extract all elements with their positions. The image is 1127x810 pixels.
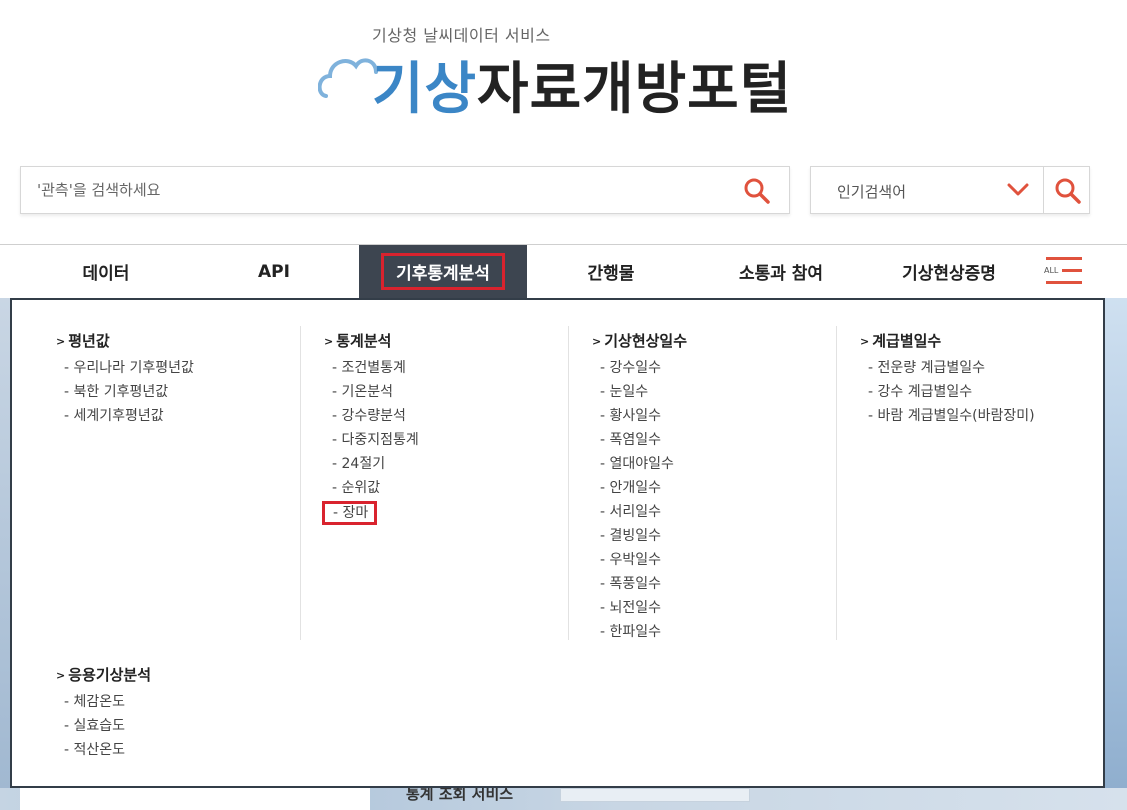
menu-column-title-text: 계급별일수 xyxy=(872,332,942,350)
menu-link[interactable]: - 기온분석 xyxy=(324,381,419,405)
menu-column-title[interactable]: > 평년값 xyxy=(56,330,194,351)
menu-link[interactable]: - 24절기 xyxy=(324,453,419,477)
menu-link-monsoon[interactable]: - 장마 xyxy=(322,501,419,525)
menu-link[interactable]: - 황사일수 xyxy=(592,405,687,429)
popular-search-label: 인기검색어 xyxy=(837,183,907,201)
menu-column-title-text: 통계분석 xyxy=(336,332,392,350)
menu-link[interactable]: - 서리일수 xyxy=(592,501,687,525)
column-divider xyxy=(836,326,837,640)
menu-link[interactable]: - 뇌전일수 xyxy=(592,597,687,621)
menu-column-title[interactable]: > 기상현상일수 xyxy=(592,330,687,351)
logo-title-blue: 기상 xyxy=(372,57,478,122)
search-bar xyxy=(20,166,790,214)
chevron-down-icon[interactable] xyxy=(1007,181,1029,199)
menu-link[interactable]: - 강수 계급별일수 xyxy=(860,381,1035,405)
menu-link[interactable]: - 폭염일수 xyxy=(592,429,687,453)
menu-link[interactable]: - 안개일수 xyxy=(592,477,687,501)
nav-item-communication[interactable]: 소통과 참여 xyxy=(695,245,867,298)
logo-title-dark: 자료개방포털 xyxy=(477,57,793,122)
menu-column-stats-analysis: > 통계분석 - 조건별통계 - 기온분석 - 강수량분석 - 다중지점통계 - … xyxy=(322,330,419,525)
site-subtitle: 기상청 날씨데이터 서비스 xyxy=(372,26,551,45)
hamburger-bar xyxy=(1062,269,1082,272)
highlighted-link: - 장마 xyxy=(322,501,378,525)
nav-item-data[interactable]: 데이터 xyxy=(22,245,190,298)
menu-link[interactable]: - 눈일수 xyxy=(592,381,687,405)
chevron-right-icon: > xyxy=(860,335,870,348)
menu-link[interactable]: - 적산온도 xyxy=(56,739,151,763)
menu-link[interactable]: - 강수일수 xyxy=(592,357,687,381)
all-menu-label: ALL xyxy=(1044,266,1059,275)
menu-link[interactable]: - 결빙일수 xyxy=(592,525,687,549)
menu-link[interactable]: - 실효습도 xyxy=(56,715,151,739)
search-icon[interactable] xyxy=(1054,177,1082,205)
chevron-right-icon: > xyxy=(592,335,602,348)
cloud-logo-icon xyxy=(318,58,378,98)
menu-link[interactable]: - 체감온도 xyxy=(56,691,151,715)
menu-column-title[interactable]: > 통계분석 xyxy=(324,330,419,351)
popular-search-dropdown[interactable]: 인기검색어 xyxy=(810,166,1090,214)
menu-link[interactable]: - 한파일수 xyxy=(592,621,687,645)
menu-column-title-text: 기상현상일수 xyxy=(604,332,688,350)
climate-stats-dropdown: > 평년값 - 우리나라 기후평년값 - 북한 기후평년값 - 세계기후평년값 >… xyxy=(10,298,1105,788)
main-nav: 데이터 API 기후통계분석 간행물 소통과 참여 기상현상증명 ALL xyxy=(0,244,1127,298)
chevron-right-icon: > xyxy=(56,669,66,682)
hamburger-bar xyxy=(1046,281,1082,284)
menu-link[interactable]: - 순위값 xyxy=(324,477,419,501)
background-panel xyxy=(20,788,370,810)
menu-column-applied-analysis: > 응용기상분석 - 체감온도 - 실효습도 - 적산온도 xyxy=(56,664,151,763)
menu-column-normals: > 평년값 - 우리나라 기후평년값 - 북한 기후평년값 - 세계기후평년값 xyxy=(56,330,194,429)
menu-link[interactable]: - 우박일수 xyxy=(592,549,687,573)
menu-link[interactable]: - 전운량 계급별일수 xyxy=(860,357,1035,381)
search-input[interactable] xyxy=(21,167,721,213)
popular-divider xyxy=(1043,167,1044,213)
menu-link[interactable]: - 열대야일수 xyxy=(592,453,687,477)
menu-column-weather-days: > 기상현상일수 - 강수일수 - 눈일수 - 황사일수 - 폭염일수 - 열대야… xyxy=(592,330,687,645)
menu-link[interactable]: - 조건별통계 xyxy=(324,357,419,381)
menu-column-title[interactable]: > 계급별일수 xyxy=(860,330,1035,351)
background-box xyxy=(560,788,750,802)
menu-link[interactable]: - 북한 기후평년값 xyxy=(56,381,194,405)
site-logo-title[interactable]: 기상자료개방포털 xyxy=(372,62,792,118)
hamburger-icon xyxy=(1046,257,1082,260)
nav-item-climate-stats-label: 기후통계분석 xyxy=(381,253,505,290)
menu-link[interactable]: - 세계기후평년값 xyxy=(56,405,194,429)
menu-link[interactable]: - 우리나라 기후평년값 xyxy=(56,357,194,381)
chevron-right-icon: > xyxy=(324,335,334,348)
nav-item-climate-stats[interactable]: 기후통계분석 xyxy=(359,245,527,298)
menu-link[interactable]: - 강수량분석 xyxy=(324,405,419,429)
menu-column-title-text: 응용기상분석 xyxy=(68,666,152,684)
menu-column-class-days: > 계급별일수 - 전운량 계급별일수 - 강수 계급별일수 - 바람 계급별일수… xyxy=(860,330,1035,429)
all-menu-button[interactable]: ALL xyxy=(1044,257,1082,287)
column-divider xyxy=(300,326,301,640)
nav-item-weather-certificate[interactable]: 기상현상증명 xyxy=(867,245,1031,298)
menu-link[interactable]: - 바람 계급별일수(바람장미) xyxy=(860,405,1035,429)
column-divider xyxy=(568,326,569,640)
menu-column-title[interactable]: > 응용기상분석 xyxy=(56,664,151,685)
background-image xyxy=(1104,298,1127,810)
menu-column-title-text: 평년값 xyxy=(68,332,110,350)
nav-item-publications[interactable]: 간행물 xyxy=(527,245,695,298)
search-icon[interactable] xyxy=(743,177,771,205)
chevron-right-icon: > xyxy=(56,335,66,348)
menu-link[interactable]: - 폭풍일수 xyxy=(592,573,687,597)
background-image xyxy=(0,298,10,810)
nav-item-api[interactable]: API xyxy=(190,245,358,298)
menu-link[interactable]: - 다중지점통계 xyxy=(324,429,419,453)
